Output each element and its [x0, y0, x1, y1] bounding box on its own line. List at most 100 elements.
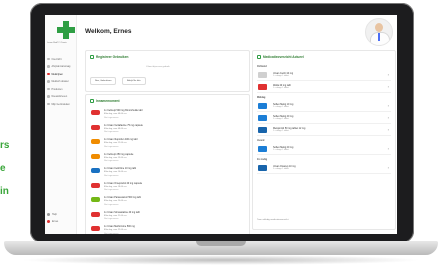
avatar[interactable] — [365, 18, 393, 46]
medication-item-sub: 1 x daags 1 tablet — [273, 118, 289, 120]
schedule-item-sub: Elke dag, voor 12:00 uur — [104, 142, 127, 144]
sidebar-item-label: Medisch dossier — [51, 80, 69, 83]
schedule-item[interactable]: 1x Ursan Omeprazol 20 mg capsule Elke dag… — [90, 181, 245, 194]
medicine-box-icon — [91, 211, 100, 217]
sidebar-item[interactable]: Medicijnen — [47, 71, 75, 77]
sidebar-item-label: Medicijnen — [51, 72, 63, 76]
schedule-item-status: Niet ingenomen — [104, 203, 119, 206]
medication-item-sub: 1 x daags 1 tablet — [273, 168, 289, 170]
footer-dot-icon — [47, 219, 50, 223]
schedule-item-status: Niet ingenomen — [104, 131, 119, 133]
registrations-button-2[interactable]: Bekijk Nu Info — [122, 77, 146, 85]
sidebar-item[interactable]: Medisch dossier — [47, 79, 75, 85]
medicine-box-icon — [91, 226, 100, 231]
medicine-box-icon — [91, 153, 100, 159]
schedule-item[interactable]: 1x Cellcept 500 mg filmomhulde tabl Elke … — [90, 108, 245, 121]
medication-item-sub: 1 x daags 1 tablet — [273, 149, 289, 151]
schedule-item-status: Niet ingenomen — [104, 218, 119, 220]
schedule-item[interactable]: 1x Ursan Cetirizine 10 mg tabl Elke dag, … — [90, 166, 245, 179]
chevron-right-icon[interactable]: › — [388, 115, 389, 120]
marketing-line-2: e — [0, 163, 6, 174]
sidebar-item-label: Nieuwsbrieven — [51, 95, 68, 98]
footer-dot-icon — [47, 212, 50, 216]
medication-item[interactable]: Ursan Cetrit 10 mg 1 x daags 1 tablet › — [257, 70, 391, 81]
medication-item-sub: 1 x daags 1 tablet — [273, 106, 289, 108]
medication-item[interactable]: Sollen Melig 10 mg 1 x daags 1 tablet › — [257, 101, 391, 112]
schedule-item[interactable]: 1x Ursan Simvastatine 40 mg tabl Elke dag… — [90, 210, 245, 223]
medicine-box-icon — [91, 182, 100, 188]
sidebar-footer: Help Ernes — [47, 211, 75, 225]
calendar-icon — [90, 55, 94, 59]
app-screen: Lorem MedTC Cheats Overzicht Afsprak Aanv… — [45, 15, 397, 234]
schedule-item-sub: Elke dag, voor 22:00 uur — [104, 229, 127, 231]
medicine-package-icon — [258, 146, 267, 152]
pill-icon — [257, 55, 261, 59]
cross-logo-icon[interactable] — [57, 21, 75, 39]
marketing-text: rs e in — [0, 134, 9, 203]
schedule-item-status: Niet ingenomen — [104, 189, 119, 191]
medication-group-label: Ochtend — [257, 65, 267, 68]
chevron-right-icon[interactable]: › — [388, 72, 389, 77]
sidebar-item[interactable]: Producten — [47, 86, 75, 92]
sidebar: Lorem MedTC Cheats Overzicht Afsprak Aanv… — [45, 15, 77, 234]
schedule-item-status: Niet ingenomen — [104, 232, 119, 235]
sidebar-footer-item[interactable]: Ernes — [47, 218, 75, 224]
medication-group-label: Zo nodig — [257, 158, 268, 161]
schedule-item[interactable]: 1x Cellcept 250 mg capsule Elke dag, voor… — [90, 152, 245, 165]
nav-dot-icon — [47, 80, 50, 83]
medication-group-label: Avond — [257, 139, 265, 142]
schedule-panel: Innamemoment 1x Cellcept 500 mg filmomhu… — [85, 94, 250, 234]
schedule-item-status: Niet ingenomen — [104, 116, 119, 119]
chevron-right-icon[interactable]: › — [388, 84, 389, 89]
schedule-item[interactable]: 1x Ursan Metformine 500 mg Elke dag, voor… — [90, 224, 245, 234]
chevron-right-icon[interactable]: › — [388, 165, 389, 170]
sidebar-item-label: Afsprak Aanvraag — [51, 65, 71, 68]
medicine-package-icon — [258, 127, 267, 133]
sidebar-item[interactable]: Afsprak Aanvraag — [47, 64, 75, 70]
sidebar-item[interactable]: Overzicht — [47, 56, 75, 62]
schedule-item-status: Niet ingenomen — [104, 160, 119, 162]
medicine-box-icon — [91, 139, 100, 144]
sidebar-footer-label: Help — [52, 212, 57, 216]
sidebar-item[interactable]: Mijn Gezinsleden — [47, 101, 75, 107]
logo-text: Lorem MedTC Cheats — [47, 42, 67, 44]
sidebar-footer-item[interactable]: Help — [47, 211, 75, 217]
sidebar-nav: Overzicht Afsprak Aanvraag Medicijnen Medis… — [47, 56, 75, 109]
sidebar-item-label: Overzicht — [51, 57, 62, 61]
registrations-panel: Registreer Gebruiken U bent bijna een ge… — [85, 50, 250, 92]
medication-panel: Medicatieoverzicht Actueel Toon volledig… — [252, 50, 396, 230]
laptop-shadow — [20, 255, 422, 265]
sidebar-item-label: Producten — [51, 87, 63, 91]
schedule-item-name: 1x Ursan Ibuprofen 400 mg tabl — [104, 138, 138, 141]
medication-title-text: Medicatieoverzicht Actueel — [263, 55, 304, 59]
schedule-item-status: Niet ingenomen — [104, 145, 119, 148]
schedule-item-name: 1x Ursan Metformine 500 mg — [104, 225, 135, 228]
medication-item[interactable]: Wella 20 mg tabl 1 x daags 1 tablet › — [257, 82, 391, 93]
page-title: Welkom, Ernes — [85, 28, 132, 35]
sidebar-item[interactable]: Nieuwsbrieven — [47, 94, 75, 100]
medication-item[interactable]: Sollen Melig 20 mg 1 x daags 1 tablet › — [257, 144, 391, 155]
schedule-item[interactable]: 1x Ursan Paracetamol 500 mg tabl Elke dag… — [90, 195, 245, 208]
registrations-title-text: Registreer Gebruiken — [96, 55, 129, 59]
chevron-right-icon[interactable]: › — [388, 103, 389, 108]
medicine-box-icon — [91, 197, 100, 202]
schedule-list: 1x Cellcept 500 mg filmomhulde tabl Elke … — [90, 108, 245, 234]
schedule-item-name: 1x Ursan Cetirizine 10 mg tabl — [104, 167, 137, 170]
marketing-line-3: in — [0, 186, 9, 197]
medicine-package-icon — [258, 84, 267, 90]
laptop-notch — [196, 241, 246, 246]
schedule-title: Innamemoment — [90, 99, 120, 103]
schedule-item[interactable]: 1x Ursan Ibuprofen 400 mg tabl Elke dag, … — [90, 137, 245, 150]
medication-item[interactable]: Sollen Melig 40 mg 1 x daags 1 tablet › — [257, 113, 391, 124]
registrations-button-1[interactable]: Nee, Gebruiksen — [90, 77, 117, 85]
medication-item-sub: 1 x daags 1 tablet — [273, 130, 289, 132]
chevron-right-icon[interactable]: › — [388, 127, 389, 132]
chevron-right-icon[interactable]: › — [388, 146, 389, 151]
medication-footer-link[interactable]: Toon volledig medicatieoverzicht — [257, 219, 289, 221]
medication-item[interactable]: Ursan Oxazep 10 mg 1 x daags 1 tablet › — [257, 163, 391, 174]
marketing-line-1: rs — [0, 140, 10, 151]
schedule-item[interactable]: 1x Ursan Venlafaxine 75 mg capsule Elke d… — [90, 123, 245, 136]
medication-group-label: Middag — [257, 96, 266, 99]
schedule-item-name: 1x Ursan Simvastatine 40 mg tabl — [104, 210, 140, 214]
medication-item[interactable]: Metoprolol 50 mg tablet 12 mg 1 x daags 1… — [257, 125, 391, 136]
